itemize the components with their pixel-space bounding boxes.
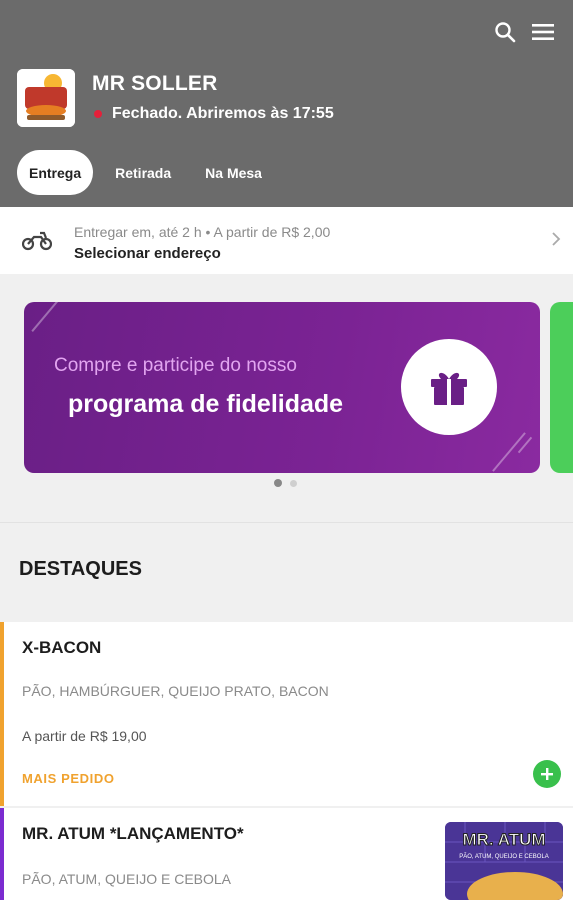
select-address-label: Selecionar endereço [74, 245, 221, 262]
store-header: MR SOLLER Fechado. Abriremos às 17:55 En… [0, 0, 573, 207]
tab-retirada[interactable]: Retirada [103, 150, 183, 195]
search-icon[interactable] [493, 20, 517, 44]
product-image: MR. ATUM PÃO, ATUM, QUEIJO E CEBOLA [445, 822, 563, 900]
tab-entrega[interactable]: Entrega [17, 150, 94, 195]
header-actions [493, 20, 555, 44]
banner-decoration [31, 302, 59, 332]
motorcycle-icon [21, 229, 53, 256]
tab-na-mesa[interactable]: Na Mesa [193, 150, 274, 195]
store-logo [17, 69, 75, 127]
delivery-info: Entregar em, até 2 h • A partir de R$ 2,… [74, 224, 331, 240]
store-name: MR SOLLER [92, 72, 218, 95]
product-name: X-BACON [22, 638, 102, 657]
product-card[interactable]: X-BACON PÃO, HAMBÚRGUER, QUEIJO PRATO, B… [0, 622, 573, 806]
store-status: Fechado. Abriremos às 17:55 [94, 105, 334, 123]
product-name: MR. ATUM *LANÇAMENTO* [22, 824, 244, 843]
product-image-title: MR. ATUM [462, 830, 546, 850]
product-card[interactable]: MR. ATUM *LANÇAMENTO* PÃO, ATUM, QUEIJO … [0, 808, 573, 900]
promo-carousel: Compre e participe do nosso programa de … [0, 274, 573, 524]
product-description: PÃO, HAMBÚRGUER, QUEIJO PRATO, BACON [22, 683, 329, 699]
banner-decoration [492, 432, 526, 472]
plus-icon [541, 768, 553, 780]
order-type-tabs: Entrega Retirada Na Mesa [17, 150, 274, 195]
carousel-dot-active[interactable] [274, 479, 282, 487]
product-description: PÃO, ATUM, QUEIJO E CEBOLA [22, 871, 232, 887]
product-price: A partir de R$ 19,00 [22, 728, 147, 744]
carousel-dot[interactable] [290, 479, 297, 487]
section-divider [0, 522, 573, 523]
status-dot [94, 110, 102, 118]
product-badge: MAIS PEDIDO [22, 771, 115, 786]
status-text: Fechado. Abriremos às 17:55 [112, 105, 334, 122]
chevron-right-icon [551, 231, 561, 252]
product-image-subtitle: PÃO, ATUM, QUEIJO E CEBOLA [459, 854, 549, 860]
banner-line-2: programa de fidelidade [68, 390, 344, 418]
carousel-dots [274, 479, 297, 487]
loyalty-banner[interactable]: Compre e participe do nosso programa de … [24, 302, 540, 473]
menu-icon[interactable] [531, 20, 555, 44]
section-title: DESTAQUES [19, 558, 142, 580]
delivery-address-selector[interactable]: Entregar em, até 2 h • A partir de R$ 2,… [0, 207, 573, 274]
add-to-cart-button[interactable] [533, 760, 561, 788]
banner-line-1: Compre e participe do nosso [54, 355, 297, 376]
gift-icon [401, 339, 497, 435]
next-banner-peek[interactable] [550, 302, 573, 473]
